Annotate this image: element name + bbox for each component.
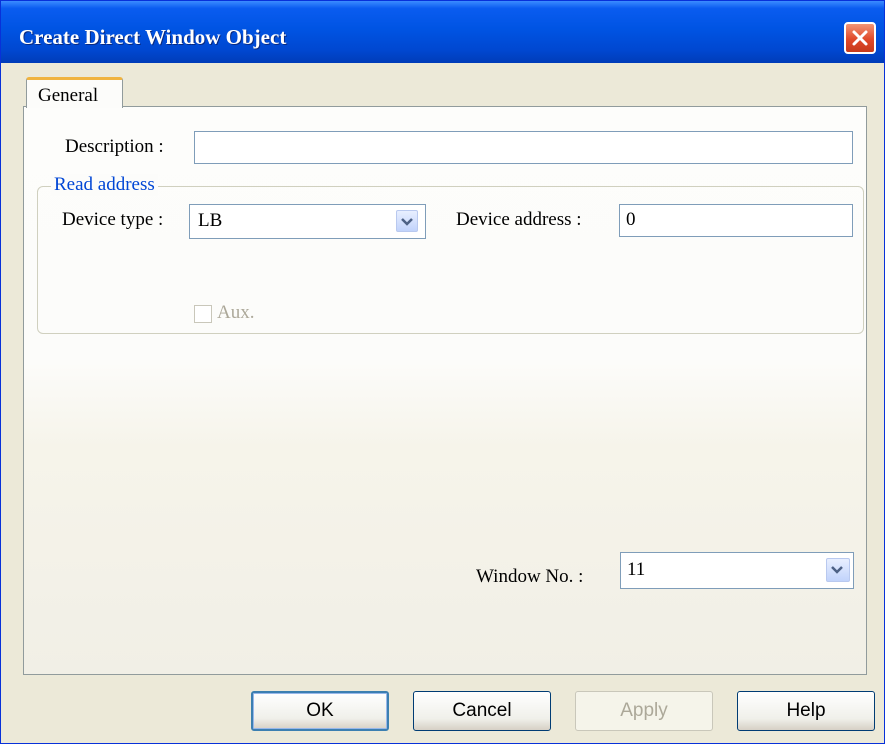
device-type-select[interactable]: LB [189, 204, 426, 239]
cancel-button[interactable]: Cancel [413, 691, 551, 731]
ok-button[interactable]: OK [251, 691, 389, 731]
help-button[interactable]: Help [737, 691, 875, 731]
device-type-label: Device type : [62, 209, 164, 230]
window-no-value: 11 [627, 559, 646, 580]
read-address-legend: Read address [51, 174, 158, 196]
dialog-window: Create Direct Window Object General Desc… [0, 0, 885, 744]
apply-button[interactable]: Apply [575, 691, 713, 731]
device-address-label: Device address : [456, 209, 582, 230]
description-input[interactable] [194, 131, 853, 164]
close-button[interactable] [844, 22, 876, 54]
chevron-down-icon [401, 218, 413, 226]
window-no-label: Window No. : [476, 566, 584, 587]
window-no-dropdown-button[interactable] [826, 558, 850, 582]
window-no-select[interactable]: 11 [620, 552, 854, 589]
close-icon [852, 30, 868, 46]
aux-checkbox[interactable] [194, 305, 212, 323]
tab-general-label: General [38, 85, 99, 106]
title-bar[interactable]: Create Direct Window Object [1, 1, 884, 63]
aux-label: Aux. [217, 302, 255, 323]
device-address-input[interactable]: 0 [619, 204, 853, 237]
device-type-value: LB [198, 210, 223, 231]
chevron-down-icon [831, 566, 843, 574]
device-type-dropdown-button[interactable] [396, 210, 418, 232]
description-label: Description : [65, 136, 164, 157]
tab-general[interactable]: General [26, 77, 123, 108]
dialog-title: Create Direct Window Object [19, 25, 287, 49]
